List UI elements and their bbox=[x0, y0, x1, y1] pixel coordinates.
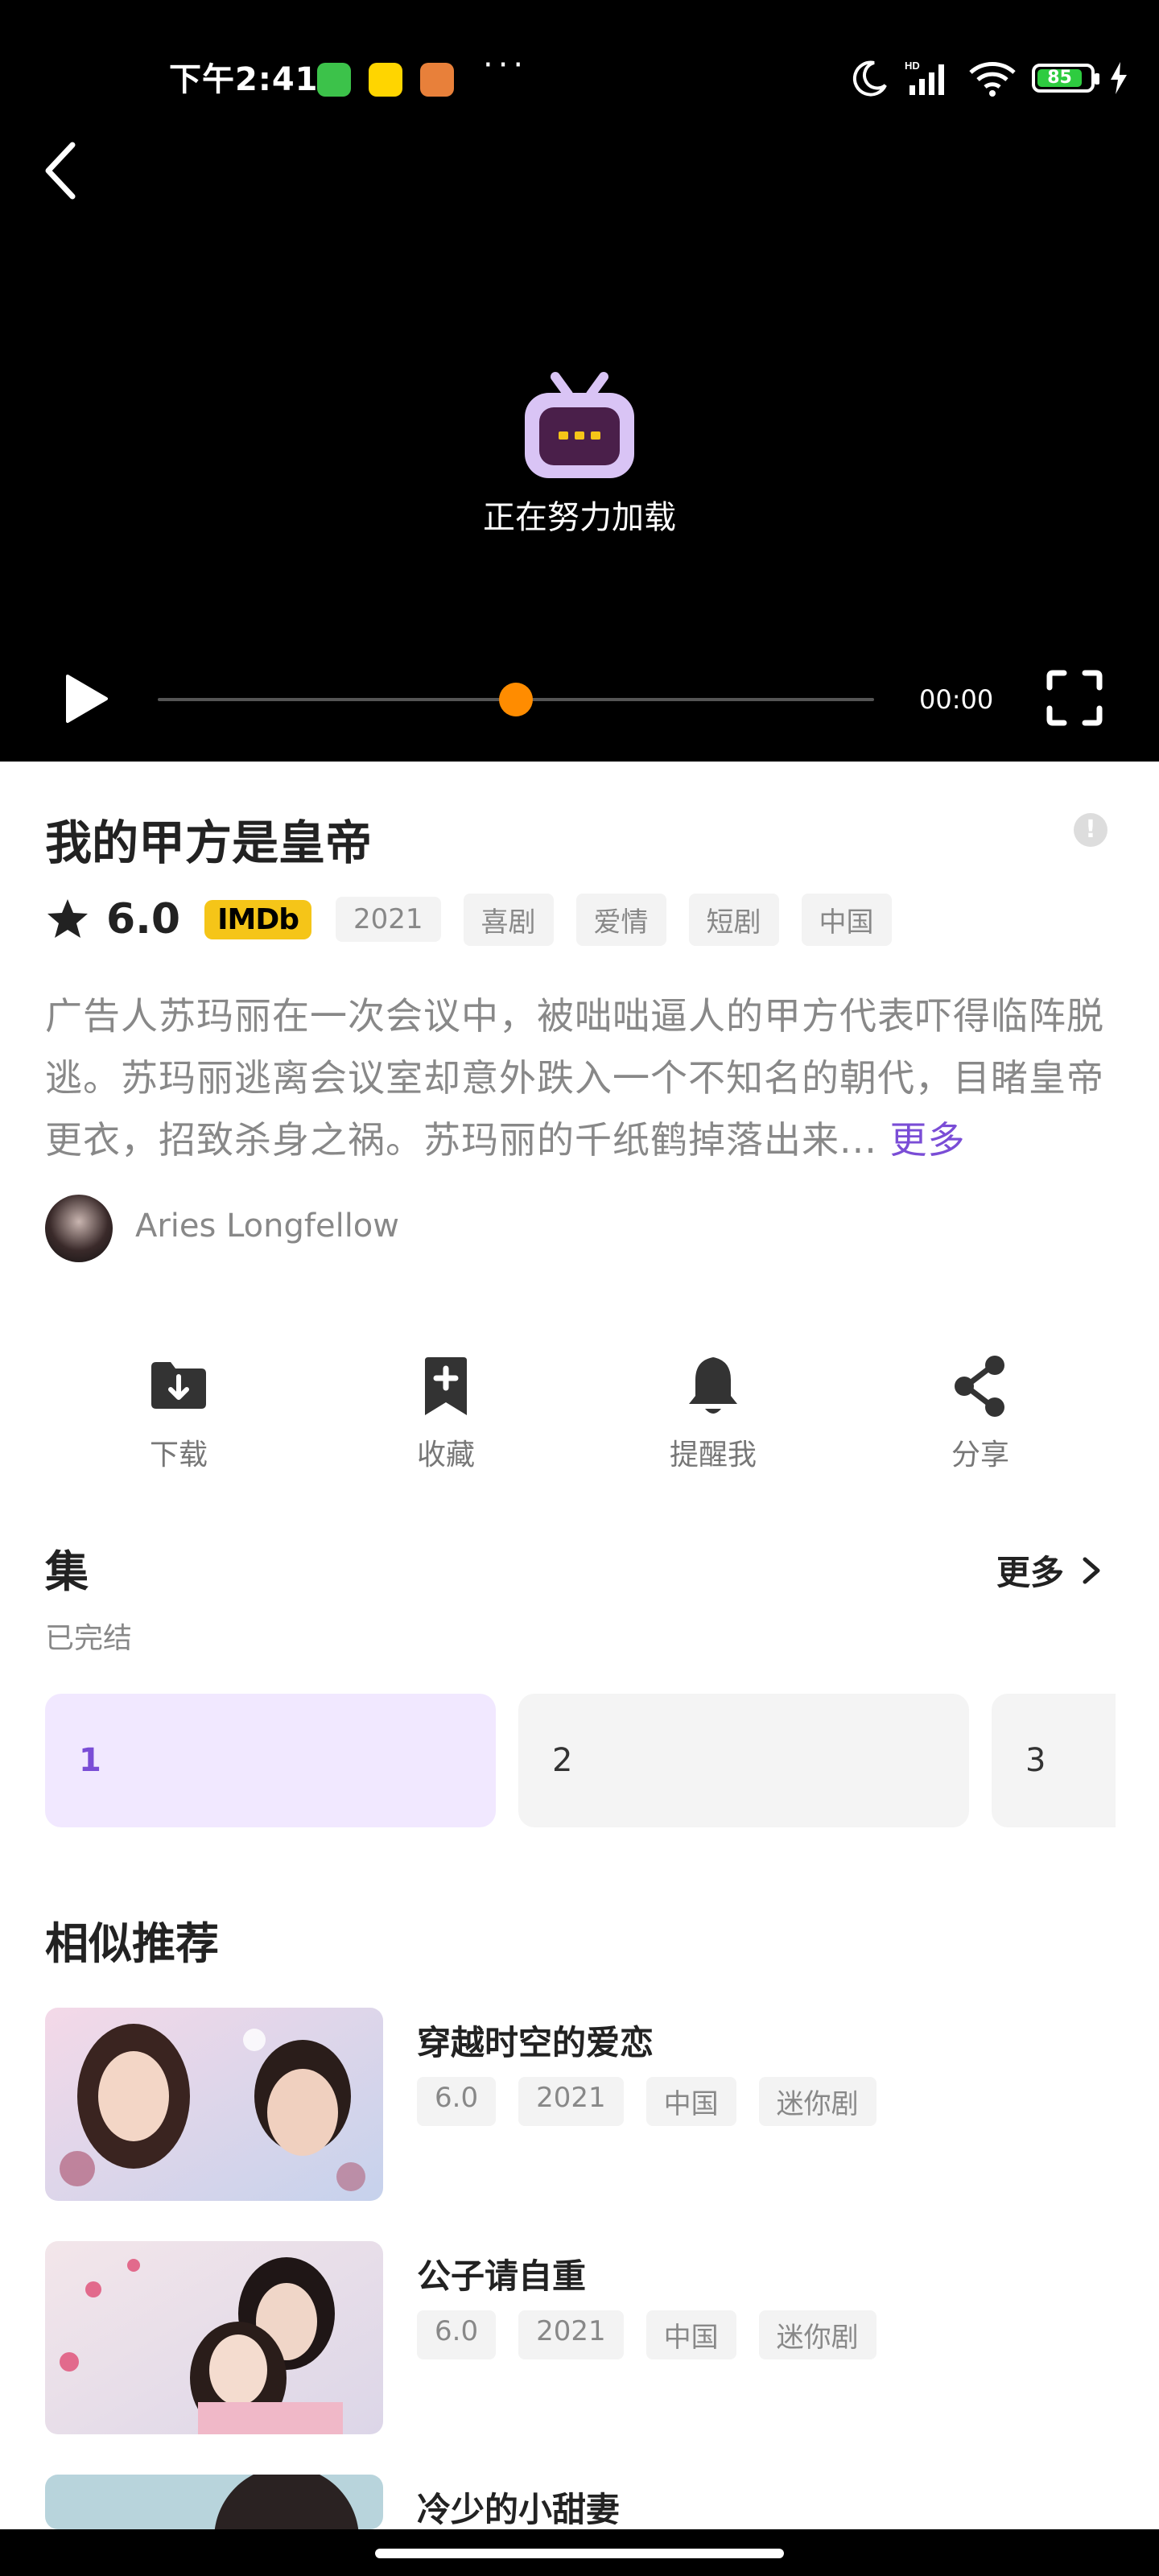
favorite-button[interactable]: 收藏 bbox=[365, 1352, 526, 1473]
rating-row: 6.0 IMDb 2021 喜剧 爱情 短剧 中国 bbox=[45, 893, 914, 946]
tag-type: 迷你剧 bbox=[758, 2310, 876, 2359]
fullscreen-icon[interactable] bbox=[1046, 670, 1103, 726]
tag-year: 2021 bbox=[518, 2077, 624, 2126]
poster-image bbox=[45, 2008, 383, 2201]
do-not-disturb-moon-icon bbox=[852, 60, 887, 97]
chevron-right-icon bbox=[1083, 1557, 1100, 1583]
battery-icon: 85 bbox=[1032, 64, 1099, 93]
wifi-icon bbox=[969, 62, 1016, 97]
tag-year: 2021 bbox=[518, 2310, 624, 2359]
battery-level: 85 bbox=[1037, 69, 1082, 87]
tag-region: 中国 bbox=[645, 2310, 736, 2359]
remind-button[interactable]: 提醒我 bbox=[633, 1352, 794, 1473]
action-bar: 下载 收藏 提醒我 分享 bbox=[0, 1352, 1159, 1481]
tag-score: 6.0 bbox=[417, 2077, 497, 2126]
bookmark-add-icon bbox=[425, 1357, 467, 1415]
favorite-label: 收藏 bbox=[416, 1439, 475, 1472]
recommend-thumbnail[interactable] bbox=[45, 2241, 383, 2434]
game-app-icon bbox=[420, 63, 454, 97]
share-icon bbox=[955, 1356, 1004, 1417]
score: 6.0 bbox=[106, 895, 181, 943]
episode-item[interactable]: 3 bbox=[992, 1694, 1116, 1827]
recommend-item-title: 穿越时空的爱恋 bbox=[417, 2023, 654, 2062]
progress-knob[interactable] bbox=[499, 683, 533, 716]
recommend-item[interactable]: 穿越时空的爱恋 6.0 2021 中国 迷你剧 bbox=[45, 2008, 1140, 2201]
recommend-item[interactable]: 公子请自重 6.0 2021 中国 迷你剧 bbox=[45, 2241, 1140, 2434]
share-button[interactable]: 分享 bbox=[900, 1352, 1061, 1473]
author-name[interactable]: Aries Longfellow bbox=[135, 1208, 399, 1245]
time-readout: 00:00 bbox=[919, 684, 994, 715]
recommend-title: 相似推荐 bbox=[45, 1918, 219, 1969]
tag-score: 6.0 bbox=[417, 2310, 497, 2359]
episode-item[interactable]: 2 bbox=[518, 1694, 969, 1827]
remind-label: 提醒我 bbox=[669, 1439, 757, 1472]
tag-genre-romance: 爱情 bbox=[575, 893, 666, 946]
poster-image bbox=[45, 2241, 383, 2434]
svg-text:HD: HD bbox=[905, 60, 920, 72]
poster-image bbox=[45, 2475, 383, 2529]
recommend-item-tags: 6.0 2021 中国 迷你剧 bbox=[417, 2310, 899, 2359]
episodes-more-button[interactable]: 更多 bbox=[996, 1546, 1103, 1595]
status-icons: HD 85 bbox=[850, 58, 1128, 98]
video-player[interactable]: 下午2:41 ··· HD 85 正在努力加载 00:00 bbox=[0, 0, 1159, 762]
show-title: 我的甲方是皇帝 bbox=[45, 815, 373, 870]
more-notifications-icon: ··· bbox=[483, 47, 529, 84]
frog-app-icon bbox=[369, 63, 402, 97]
wechat-app-icon bbox=[317, 63, 351, 97]
description: 广告人苏玛丽在一次会议中，被咄咄逼人的甲方代表吓得临阵脱逃。苏玛丽逃离会议室却意… bbox=[45, 985, 1124, 1171]
tag-year: 2021 bbox=[336, 897, 441, 942]
download-button[interactable]: 下载 bbox=[98, 1352, 259, 1473]
signal-icon: HD bbox=[905, 60, 944, 95]
bell-icon bbox=[689, 1357, 737, 1414]
episodes-title: 集 bbox=[45, 1546, 89, 1597]
author-avatar[interactable] bbox=[45, 1195, 113, 1262]
recommend-item-title: 冷少的小甜妻 bbox=[417, 2490, 621, 2529]
charging-icon bbox=[1111, 62, 1127, 94]
recommend-item-title: 公子请自重 bbox=[417, 2256, 587, 2296]
recommend-thumbnail[interactable] bbox=[45, 2475, 383, 2529]
home-indicator[interactable] bbox=[375, 2549, 784, 2558]
download-label: 下载 bbox=[149, 1439, 208, 1472]
recommend-thumbnail[interactable] bbox=[45, 2008, 383, 2201]
back-arrow-icon[interactable] bbox=[37, 137, 93, 204]
recommend-item-tags: 6.0 2021 中国 迷你剧 bbox=[417, 2077, 899, 2126]
tag-genre-comedy: 喜剧 bbox=[463, 893, 554, 946]
download-folder-icon bbox=[151, 1362, 206, 1409]
tag-short-drama: 短剧 bbox=[688, 893, 779, 946]
tag-region: 中国 bbox=[645, 2077, 736, 2126]
loading-text: 正在努力加载 bbox=[483, 499, 676, 536]
tag-region: 中国 bbox=[801, 893, 892, 946]
episode-list: 1 2 3 bbox=[45, 1694, 1116, 1827]
star-icon bbox=[47, 899, 88, 938]
play-icon[interactable] bbox=[63, 673, 111, 724]
imdb-badge: IMDb bbox=[204, 899, 311, 939]
tv-mascot-loading-icon bbox=[525, 372, 634, 478]
share-label: 分享 bbox=[951, 1439, 1009, 1472]
tag-type: 迷你剧 bbox=[758, 2077, 876, 2126]
status-time: 下午2:41 bbox=[169, 61, 319, 98]
description-more-link[interactable]: 更多 bbox=[890, 1118, 966, 1162]
report-info-icon[interactable]: ! bbox=[1074, 813, 1107, 847]
episode-item[interactable]: 1 bbox=[45, 1694, 496, 1827]
series-status: 已完结 bbox=[45, 1622, 133, 1655]
episodes-more-label: 更多 bbox=[996, 1553, 1064, 1592]
recommend-item[interactable]: 冷少的小甜妻 bbox=[45, 2475, 1140, 2529]
status-bar: 下午2:41 ··· HD 85 bbox=[0, 0, 1159, 161]
